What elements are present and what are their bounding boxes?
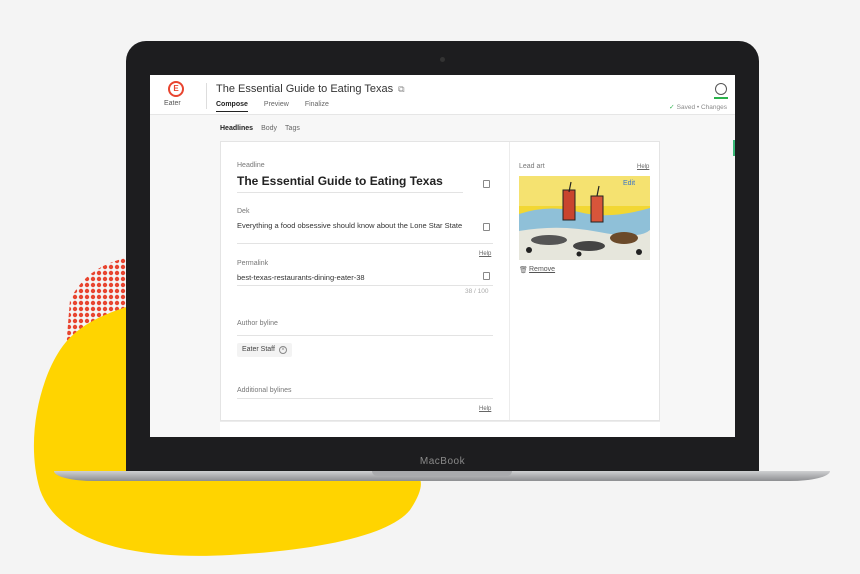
bylines-help-link[interactable]: Help	[479, 406, 491, 412]
dek-input[interactable]: Everything a food obsessive should know …	[237, 221, 475, 231]
subtab-body[interactable]: Body	[261, 125, 277, 132]
permalink-label: Permalink	[237, 260, 269, 267]
external-link-icon[interactable]: ⧉	[398, 84, 404, 95]
section-tabs: Headlines Body Tags	[220, 125, 300, 132]
card-footer	[220, 421, 660, 437]
app-header: E Eater The Essential Guide to Eating Te…	[150, 75, 735, 115]
user-active-indicator	[714, 97, 728, 99]
permalink-counter: 38 / 100	[465, 288, 489, 295]
lead-art-help-link[interactable]: Help	[637, 164, 649, 170]
tab-finalize[interactable]: Finalize	[305, 101, 329, 112]
dek-underline	[237, 243, 493, 244]
lead-art-remove-link[interactable]: Remove	[529, 266, 555, 273]
author-byline-label: Author byline	[237, 320, 278, 327]
saved-text: Saved	[676, 104, 696, 111]
lead-art-image[interactable]	[519, 176, 650, 260]
byline-chip[interactable]: Eater Staff ×	[237, 343, 292, 357]
stage: MacBook E Eater The Essential Guide to E…	[0, 0, 860, 574]
byline-underline	[237, 335, 493, 336]
permalink-input[interactable]: best-texas-restaurants-dining-eater-38	[237, 273, 365, 283]
headline-label: Headline	[237, 162, 265, 169]
headline-edit-icon[interactable]	[483, 180, 490, 188]
tab-preview[interactable]: Preview	[264, 101, 289, 112]
device-label: MacBook	[419, 456, 466, 467]
permalink-edit-icon[interactable]	[483, 272, 490, 280]
dek-edit-icon[interactable]	[483, 223, 490, 231]
screen: E Eater The Essential Guide to Eating Te…	[150, 75, 735, 437]
document-title-text: The Essential Guide to Eating Texas	[216, 83, 394, 95]
byline-chip-text: Eater Staff	[242, 346, 275, 353]
additional-bylines-label: Additional bylines	[237, 387, 292, 394]
check-icon: ✓	[669, 104, 675, 111]
lead-art-label: Lead art	[519, 163, 545, 170]
header-divider	[206, 83, 207, 109]
lead-art-edit-button[interactable]: Edit	[623, 180, 635, 187]
eater-logo-icon[interactable]: E	[168, 81, 184, 97]
subtab-headlines[interactable]: Headlines	[220, 125, 253, 132]
permalink-underline	[237, 285, 493, 286]
remove-chip-icon[interactable]: ×	[278, 346, 287, 354]
dek-help-link[interactable]: Help	[479, 251, 491, 257]
tab-compose[interactable]: Compose	[216, 101, 248, 112]
additional-underline	[237, 398, 493, 399]
card-divider	[509, 142, 510, 420]
user-icon[interactable]	[715, 83, 727, 95]
trash-icon[interactable]: 🗑	[519, 266, 528, 274]
changes-bullet: •	[696, 104, 700, 111]
laptop-notch	[372, 471, 512, 476]
mode-tabs: Compose Preview Finalize	[216, 101, 329, 112]
headline-input[interactable]: The Essential Guide to Eating Texas	[237, 175, 443, 187]
changes-link[interactable]: Changes	[701, 104, 727, 111]
document-title: The Essential Guide to Eating Texas ⧉	[216, 83, 405, 95]
brand-name: Eater	[164, 100, 181, 107]
headlines-card: Headline The Essential Guide to Eating T…	[220, 141, 660, 421]
dek-label: Dek	[237, 208, 250, 215]
save-status: ✓ Saved • Changes	[669, 103, 727, 111]
subtab-tags[interactable]: Tags	[285, 125, 300, 132]
webcam	[440, 57, 445, 62]
side-indicator	[733, 140, 735, 156]
headline-underline	[237, 192, 463, 193]
